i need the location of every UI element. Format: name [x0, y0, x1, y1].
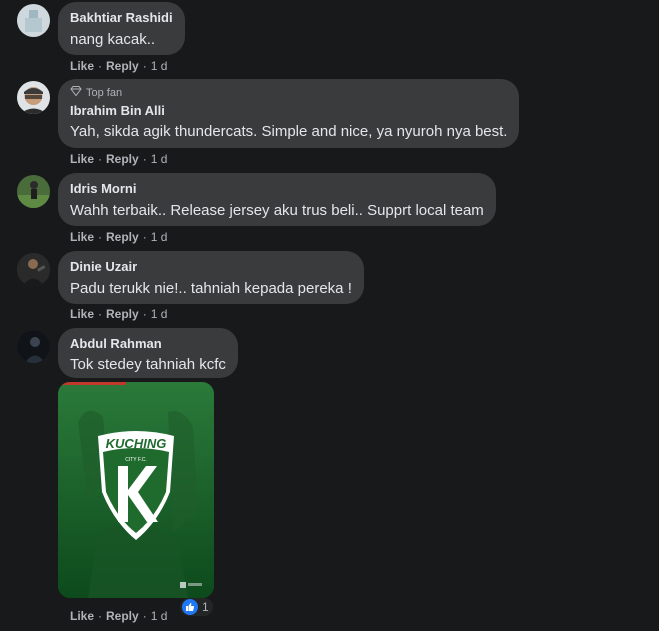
- comment-text: Wahh terbaik.. Release jersey aku trus b…: [70, 202, 484, 219]
- diamond-icon: [70, 86, 82, 100]
- logo-subtext: CITY F.C.: [125, 457, 147, 463]
- avatar[interactable]: [17, 81, 50, 114]
- comment-image-attachment[interactable]: KUCHING CITY F.C.: [58, 382, 214, 598]
- like-button[interactable]: Like: [70, 152, 94, 166]
- comment-text: nang kacak..: [70, 31, 156, 48]
- like-button[interactable]: Like: [70, 307, 94, 321]
- reply-button[interactable]: Reply: [106, 59, 139, 73]
- timestamp[interactable]: 1 d: [151, 230, 168, 244]
- comment-bubble: Top fan Ibrahim Bin Alli Yah, sikda agik…: [58, 79, 520, 148]
- like-button[interactable]: Like: [70, 230, 94, 244]
- thumbs-up-icon: [182, 599, 198, 615]
- comment-actions: Like · Reply · 1 d: [70, 59, 167, 73]
- like-button[interactable]: Like: [70, 609, 94, 623]
- separator: ·: [142, 230, 147, 244]
- comment-bubble: Bakhtiar Rashidi nang kacak..: [58, 2, 185, 55]
- separator: ·: [98, 152, 103, 166]
- commenter-name[interactable]: Idris Morni: [70, 180, 484, 197]
- comment-actions: Like · Reply · 1 d: [70, 230, 167, 244]
- avatar[interactable]: [17, 4, 50, 37]
- avatar[interactable]: [17, 253, 50, 286]
- comment-actions: Like · Reply · 1 d: [70, 307, 167, 321]
- separator: ·: [142, 307, 147, 321]
- separator: ·: [98, 230, 103, 244]
- reaction-count[interactable]: 1: [180, 598, 213, 616]
- comment-bubble: Abdul Rahman Tok stedey tahniah kcfc: [58, 328, 238, 378]
- comment-bubble: Idris Morni Wahh terbaik.. Release jerse…: [58, 173, 496, 226]
- comment-actions: Like · Reply · 1 d: [70, 609, 167, 623]
- reply-button[interactable]: Reply: [106, 230, 139, 244]
- timestamp[interactable]: 1 d: [151, 307, 168, 321]
- comment-actions: Like · Reply · 1 d: [70, 152, 167, 166]
- separator: ·: [142, 152, 147, 166]
- timestamp[interactable]: 1 d: [151, 59, 168, 73]
- commenter-name[interactable]: Ibrahim Bin Alli: [70, 102, 507, 119]
- separator: ·: [98, 307, 103, 321]
- commenter-name[interactable]: Abdul Rahman: [70, 335, 226, 352]
- timestamp[interactable]: 1 d: [151, 609, 168, 623]
- separator: ·: [98, 59, 103, 73]
- timestamp[interactable]: 1 d: [151, 152, 168, 166]
- commenter-name[interactable]: Bakhtiar Rashidi: [70, 9, 173, 26]
- separator: ·: [98, 609, 103, 623]
- like-button[interactable]: Like: [70, 59, 94, 73]
- comment-text: Yah, sikda agik thundercats. Simple and …: [70, 123, 508, 140]
- separator: ·: [142, 59, 147, 73]
- comment-text: Tok stedey tahniah kcfc: [70, 356, 226, 373]
- avatar[interactable]: [17, 175, 50, 208]
- reply-button[interactable]: Reply: [106, 609, 139, 623]
- reply-button[interactable]: Reply: [106, 152, 139, 166]
- avatar[interactable]: [17, 330, 50, 363]
- commenter-name[interactable]: Dinie Uzair: [70, 258, 352, 275]
- separator: ·: [142, 609, 147, 623]
- top-fan-badge: Top fan: [70, 86, 507, 100]
- comment-bubble: Dinie Uzair Padu terukk nie!.. tahniah k…: [58, 251, 364, 304]
- logo-text: KUCHING: [106, 436, 167, 451]
- badge-label: Top fan: [86, 87, 123, 99]
- reply-button[interactable]: Reply: [106, 307, 139, 321]
- reaction-number: 1: [202, 600, 209, 614]
- comment-text: Padu terukk nie!.. tahniah kepada pereka…: [70, 280, 352, 297]
